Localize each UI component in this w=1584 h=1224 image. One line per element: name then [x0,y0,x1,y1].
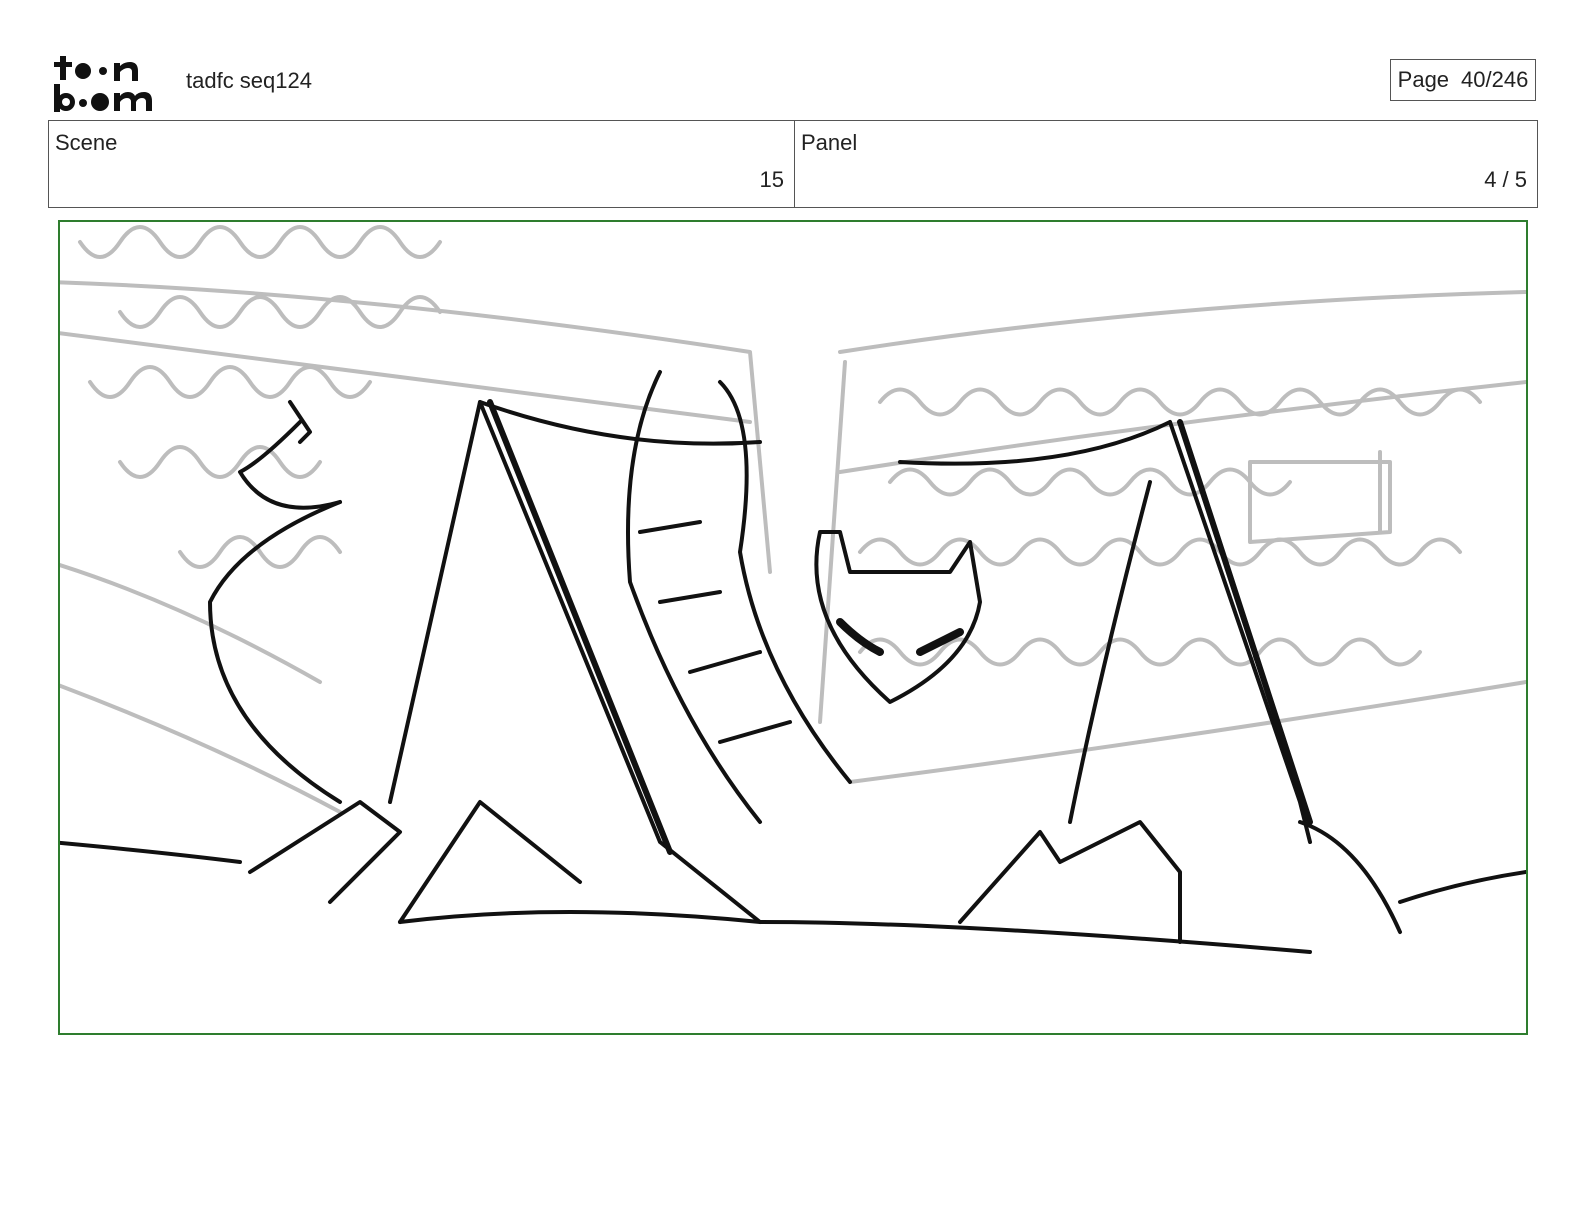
scene-panel-info: Scene 15 Panel 4 / 5 [48,120,1538,208]
page-value: 40/246 [1461,67,1529,92]
storyboard-sketch [60,225,1526,954]
panel-label: Panel [801,130,858,155]
toonboom-logo [54,56,152,112]
page-indicator: Page 40/246 [1390,59,1536,101]
storyboard-panel-frame [58,220,1528,1035]
page-label: Page [1397,67,1450,92]
scene-cell: Scene 15 [49,121,795,207]
document-title: tadfc seq124 [186,68,312,93]
scene-label: Scene [55,130,118,155]
scene-value: 15 [759,167,784,192]
panel-cell: Panel 4 / 5 [795,121,1537,207]
panel-value: 4 / 5 [1484,167,1527,192]
